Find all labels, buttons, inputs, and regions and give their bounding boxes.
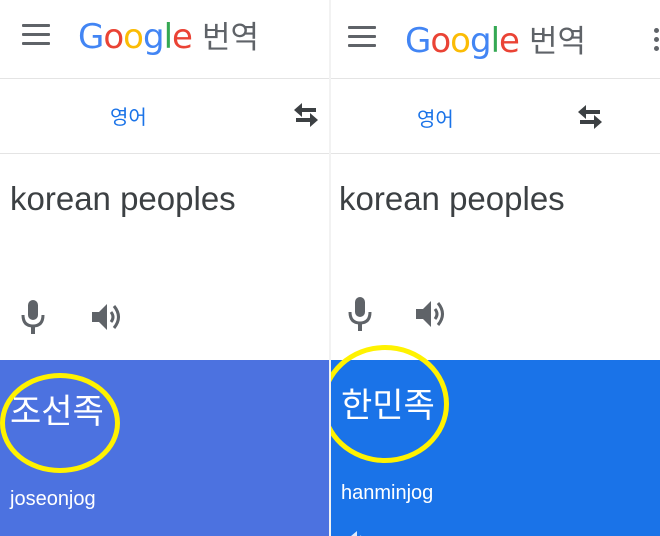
right-translate-panel: Google 번역 영어 korean peoples 한민족 hanminjo… [331, 0, 660, 536]
language-selector-bar: 영어 [331, 79, 660, 154]
left-translate-panel: Google 번역 영어 korean peoples 조선족 joseonjo… [0, 0, 329, 536]
source-text[interactable]: korean peoples [10, 180, 236, 218]
translated-text: 조선족 [10, 392, 104, 432]
romanization-text: joseonjog [10, 488, 96, 510]
source-text[interactable]: korean peoples [339, 180, 565, 218]
top-app-bar: Google 번역 [331, 0, 660, 79]
top-app-bar: Google 번역 [0, 0, 329, 79]
translated-text: 한민족 [341, 386, 435, 426]
google-wordmark: Google [405, 21, 520, 61]
language-selector-bar: 영어 [0, 79, 329, 154]
source-language-button[interactable]: 영어 [417, 103, 454, 132]
swap-arrows-icon[interactable] [574, 103, 606, 131]
microphone-icon[interactable] [20, 300, 46, 334]
google-translate-logo: Google 번역 [78, 12, 259, 57]
romanization-text: hanminjog [341, 482, 434, 504]
hamburger-menu-icon[interactable] [22, 24, 50, 46]
logo-suffix: 번역 [201, 20, 259, 56]
more-vertical-icon[interactable] [654, 28, 660, 54]
hamburger-menu-icon[interactable] [348, 26, 376, 48]
swap-arrows-icon[interactable] [290, 101, 322, 129]
google-wordmark: Google [78, 17, 193, 57]
speaker-icon[interactable] [346, 530, 370, 536]
microphone-icon[interactable] [347, 297, 373, 331]
logo-suffix: 번역 [528, 24, 586, 60]
speaker-icon[interactable] [92, 302, 124, 332]
google-translate-logo: Google 번역 [405, 16, 586, 61]
translation-result-card: 조선족 joseonjog [0, 360, 329, 536]
speaker-icon[interactable] [416, 299, 448, 329]
translation-result-card: 한민족 hanminjog [331, 345, 660, 536]
source-language-button[interactable]: 영어 [110, 101, 147, 130]
